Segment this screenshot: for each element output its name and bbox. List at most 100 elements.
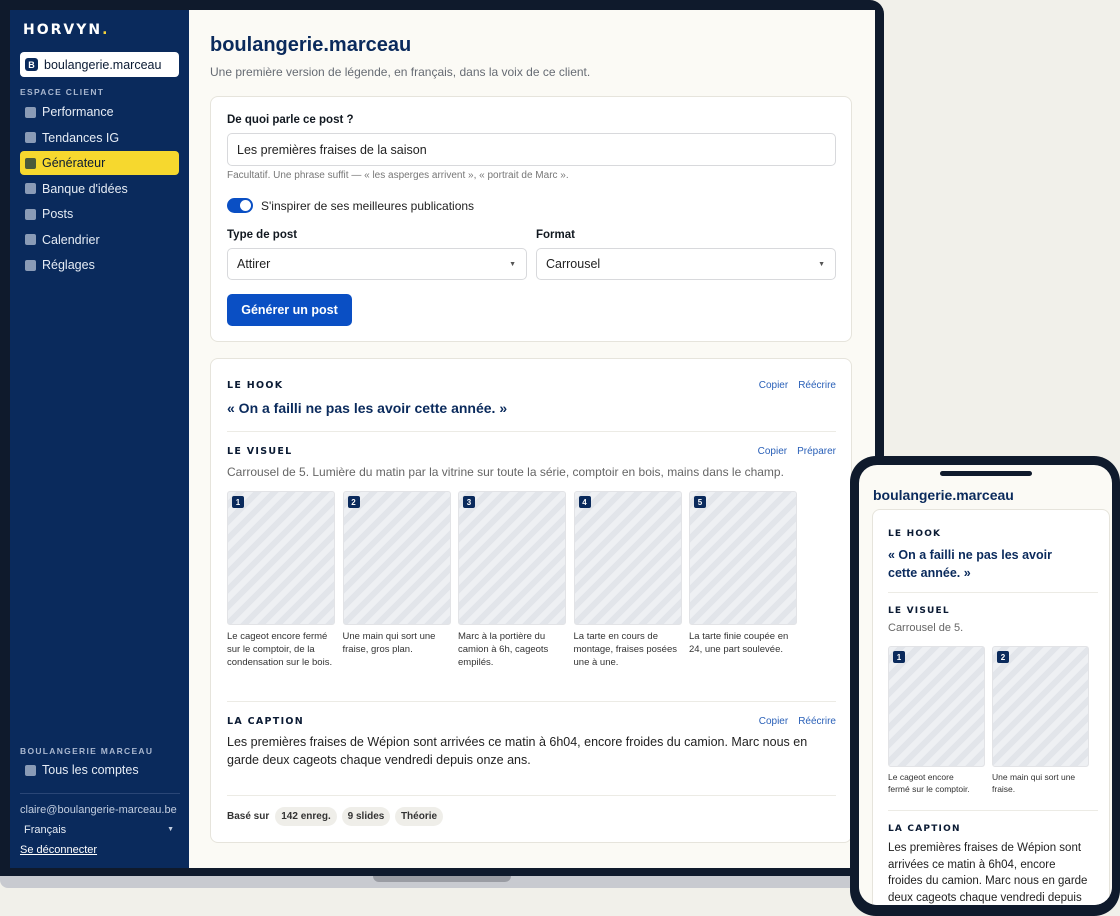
slide-number: 1 — [232, 496, 244, 508]
phone-caption-text: Les premières fraises de Wépion sont arr… — [888, 842, 1088, 904]
slide-number: 2 — [347, 496, 360, 508]
visual-section-title: LE VISUEL — [227, 446, 293, 457]
slide-list: 1 Le cageot encore fermé sur le comptoir,… — [227, 491, 805, 669]
square-icon — [25, 208, 36, 220]
phone-slide-list: 1 Le cageot encore fermé sur le comptoir. … — [888, 646, 1096, 795]
caret-down-icon: ▼ — [509, 261, 516, 268]
square-icon — [25, 183, 36, 194]
phone-caption-title: LA CAPTION — [888, 824, 961, 834]
sidebar-item-reglages[interactable]: Réglages — [20, 253, 179, 277]
caption-actions: Copier Réécrire — [749, 716, 836, 727]
section-label-account: BOULANGERIE MARCEAU — [20, 746, 154, 756]
sidebar: HORVYN. B boulangerie.marceau ESPACE CLI… — [10, 10, 189, 868]
main-content: boulangerie.marceau Une première version… — [189, 10, 875, 868]
laptop-frame: HORVYN. B boulangerie.marceau ESPACE CLI… — [0, 0, 884, 878]
square-icon — [25, 157, 36, 169]
phone-hook-text: « On a failli ne pas les avoir cette ann… — [888, 548, 1052, 580]
slide-caption: Le cageot encore fermé sur le comptoir. — [888, 772, 970, 794]
sidebar-item-generateur[interactable]: Générateur — [20, 151, 179, 175]
square-icon — [25, 259, 36, 271]
user-email: claire@boulangerie-marceau.be — [20, 804, 177, 816]
phone-speaker — [940, 471, 1032, 476]
slide-item: 1 Le cageot encore fermé sur le comptoir. — [888, 646, 985, 795]
divider — [888, 810, 1098, 811]
source-chip: Théorie — [395, 807, 443, 826]
sidebar-item-calendrier[interactable]: Calendrier — [20, 228, 179, 252]
slide-caption: Une main qui sort une fraise. — [992, 772, 1076, 794]
slide-number: 3 — [463, 496, 475, 508]
topic-input[interactable]: Les premières fraises de la saison — [227, 133, 836, 166]
slide-caption: Une main qui sort une fraise, gros plan. — [342, 631, 436, 655]
format-select[interactable]: Carrousel ▼ — [536, 248, 836, 280]
square-icon — [25, 132, 36, 143]
sidebar-item-posts[interactable]: Posts — [20, 202, 179, 226]
toggle-knob — [240, 200, 251, 211]
based-on-label: Basé sur — [227, 811, 270, 822]
slide-placeholder-image: 4 — [573, 491, 682, 625]
phone-frame: boulangerie.marceau LE HOOK « On a faill… — [850, 456, 1120, 916]
type-label: Type de post — [227, 229, 298, 241]
divider — [227, 701, 836, 702]
slide-placeholder-image: 3 — [458, 491, 566, 625]
hook-copy-link[interactable]: Copier — [759, 380, 788, 391]
page-subtitle: Une première version de légende, en fran… — [210, 65, 591, 79]
sidebar-item-performance[interactable]: Performance — [20, 100, 179, 124]
square-icon — [25, 234, 36, 245]
slide-item: 4 La tarte en cours de montage, fraises p… — [573, 491, 682, 669]
phone-hook-title: LE HOOK — [888, 529, 942, 539]
slide-item: 2 Une main qui sort une fraise, gros plan… — [342, 491, 451, 669]
slide-placeholder-image: 2 — [342, 491, 451, 625]
source-chip: 9 slides — [342, 807, 390, 826]
logo: HORVYN. — [23, 22, 110, 38]
phone-screen: boulangerie.marceau LE HOOK « On a faill… — [859, 465, 1112, 905]
visual-actions: Copier Préparer — [748, 446, 836, 457]
generate-button[interactable]: Générer un post — [227, 294, 352, 326]
visual-prepare-link[interactable]: Préparer — [797, 446, 836, 457]
divider — [227, 431, 836, 432]
hook-actions: Copier Réécrire — [749, 380, 836, 391]
phone-post-card: LE HOOK « On a failli ne pas les avoir c… — [872, 509, 1110, 905]
language-select[interactable]: Français ▼ — [24, 824, 174, 836]
phone-visual-description: Carrousel de 5. — [888, 622, 964, 634]
slide-item: 3 Marc à la portière du camion à 6h, cage… — [458, 491, 566, 669]
caption-copy-link[interactable]: Copier — [759, 716, 788, 727]
hook-section-title: LE HOOK — [227, 380, 284, 391]
inspire-toggle[interactable] — [227, 198, 253, 213]
slide-number: 4 — [578, 496, 591, 508]
caption-rewrite-link[interactable]: Réécrire — [798, 716, 836, 727]
slide-caption: La tarte finie coupée en 24, une part so… — [689, 631, 789, 655]
sidebar-item-tendances[interactable]: Tendances IG — [20, 126, 179, 150]
sidebar-divider — [20, 793, 180, 794]
sidebar-item-banque-idees[interactable]: Banque d'idées — [20, 177, 179, 201]
visual-copy-link[interactable]: Copier — [758, 446, 787, 457]
laptop-notch — [373, 876, 511, 882]
all-accounts-item[interactable]: Tous les comptes — [25, 763, 139, 777]
hook-rewrite-link[interactable]: Réécrire — [798, 380, 836, 391]
logout-link[interactable]: Se déconnecter — [20, 844, 97, 856]
phone-visual-title: LE VISUEL — [888, 606, 950, 616]
type-select[interactable]: Attirer ▼ — [227, 248, 527, 280]
inspire-toggle-label: S'inspirer de ses meilleures publication… — [261, 199, 475, 213]
slide-placeholder-image: 5 — [689, 491, 797, 625]
visual-description: Carrousel de 5. Lumière du matin par la … — [227, 465, 784, 479]
generated-post-card: LE HOOK Copier Réécrire « On a failli ne … — [210, 358, 852, 843]
caption-section-title: LA CAPTION — [227, 716, 305, 727]
slide-placeholder-image: 2 — [992, 646, 1089, 767]
slide-caption: Le cageot encore fermé sur le comptoir, … — [227, 631, 333, 668]
slide-placeholder-image: 1 — [227, 491, 335, 625]
square-icon — [25, 764, 36, 776]
slide-item: 5 La tarte finie coupée en 24, une part s… — [689, 491, 797, 669]
source-chip: 142 enreg. — [275, 807, 337, 826]
caret-down-icon: ▼ — [167, 826, 174, 833]
slide-caption: Marc à la portière du camion à 6h, cageo… — [458, 631, 549, 668]
hook-text: « On a failli ne pas les avoir cette ann… — [227, 400, 508, 416]
topic-label: De quoi parle ce post ? — [227, 114, 354, 126]
slide-number: 2 — [997, 651, 1009, 663]
section-label-client: ESPACE CLIENT — [20, 87, 105, 97]
slide-item: 1 Le cageot encore fermé sur le comptoir,… — [227, 491, 335, 669]
account-badge: B — [25, 58, 38, 71]
caption-text: Les premières fraises de Wépion sont arr… — [227, 735, 808, 767]
account-switcher[interactable]: B boulangerie.marceau — [20, 52, 179, 77]
slide-item: 2 Une main qui sort une fraise. — [992, 646, 1089, 795]
page-title: boulangerie.marceau — [210, 34, 412, 56]
